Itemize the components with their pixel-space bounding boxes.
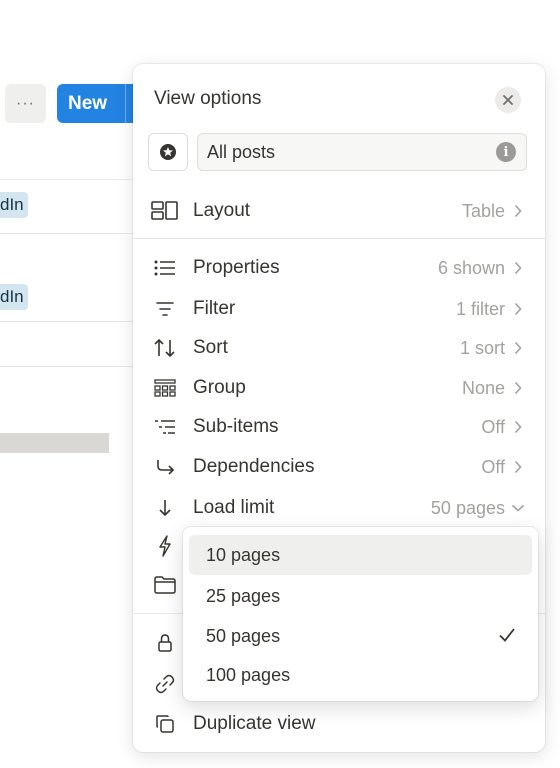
load-limit-label: Load limit <box>193 497 275 518</box>
group-row[interactable]: Group None <box>141 370 537 406</box>
filter-row[interactable]: Filter 1 filter <box>141 291 537 327</box>
checkmark-icon <box>499 628 515 642</box>
lock-icon <box>145 625 185 661</box>
table-row-divider <box>0 366 140 367</box>
sort-row[interactable]: Sort 1 sort <box>141 330 537 366</box>
properties-row[interactable]: Properties 6 shown <box>141 250 537 286</box>
dependencies-value: Off <box>481 456 505 477</box>
layout-row[interactable]: Layout Table <box>141 193 537 229</box>
option-label: 50 pages <box>206 625 281 646</box>
sub-items-row[interactable]: Sub-items Off <box>141 409 537 445</box>
filter-value: 1 filter <box>455 298 505 319</box>
sub-items-icon <box>145 409 185 445</box>
panel-title: View options <box>154 88 262 109</box>
table-row-divider <box>0 233 140 234</box>
view-name-input[interactable] <box>197 133 527 171</box>
arrow-down-icon <box>145 490 185 526</box>
sort-icon <box>145 330 185 366</box>
group-value: None <box>461 377 505 398</box>
chevron-right-icon <box>511 302 525 316</box>
table-scrollbar[interactable] <box>0 433 109 453</box>
filter-icon <box>145 291 185 327</box>
more-label: ··· <box>16 94 35 112</box>
layout-label: Layout <box>193 200 251 221</box>
layout-value: Table <box>461 200 505 221</box>
folder-icon <box>145 567 185 603</box>
load-limit-row[interactable]: Load limit 50 pages <box>141 490 537 526</box>
load-limit-value: 50 pages <box>430 497 505 518</box>
tag: dIn <box>0 192 28 218</box>
more-options-button[interactable]: ··· <box>5 84 46 123</box>
lightning-icon <box>145 528 185 564</box>
duplicate-view-row[interactable]: Duplicate view <box>141 706 537 742</box>
sub-items-value: Off <box>481 416 505 437</box>
sort-value: 1 sort <box>459 337 505 358</box>
view-icon <box>160 144 176 160</box>
link-icon <box>145 666 185 702</box>
group-icon <box>145 370 185 406</box>
load-limit-dropdown: 10 pages 25 pages 50 pages 100 pages <box>183 527 538 701</box>
new-button-label: New <box>68 92 108 114</box>
table-row-divider <box>0 321 140 322</box>
dependencies-label: Dependencies <box>193 456 315 477</box>
filter-label: Filter <box>193 298 236 319</box>
dependencies-icon <box>145 449 185 485</box>
load-limit-option-selected[interactable]: 50 pages <box>189 616 532 656</box>
sort-label: Sort <box>193 337 228 358</box>
option-label: 100 pages <box>206 664 291 685</box>
option-label: 25 pages <box>206 585 281 606</box>
chevron-right-icon <box>511 381 525 395</box>
dependencies-row[interactable]: Dependencies Off <box>141 449 537 485</box>
load-limit-option[interactable]: 10 pages <box>189 535 532 575</box>
chevron-right-icon <box>511 204 525 218</box>
sub-items-label: Sub-items <box>193 416 279 437</box>
copy-icon <box>145 706 185 742</box>
section-divider <box>133 238 545 239</box>
close-button[interactable] <box>495 87 521 113</box>
table-row-divider <box>0 179 140 180</box>
chevron-right-icon <box>511 420 525 434</box>
properties-icon <box>145 250 185 286</box>
load-limit-option[interactable]: 25 pages <box>189 576 532 616</box>
tag: dIn <box>0 284 28 310</box>
chevron-right-icon <box>511 341 525 355</box>
load-limit-option[interactable]: 100 pages <box>189 655 532 695</box>
screen: ··· New dIn dIn View options i <box>0 0 560 768</box>
group-label: Group <box>193 377 246 398</box>
info-icon[interactable]: i <box>496 142 516 162</box>
properties-label: Properties <box>193 257 280 278</box>
layout-icon <box>145 193 185 229</box>
close-icon <box>503 95 513 105</box>
chevron-down-icon <box>511 504 525 512</box>
option-label: 10 pages <box>206 544 281 565</box>
chevron-right-icon <box>511 261 525 275</box>
duplicate-view-label: Duplicate view <box>193 713 316 734</box>
properties-value: 6 shown <box>437 257 505 278</box>
chevron-right-icon <box>511 460 525 474</box>
view-icon-picker[interactable] <box>148 133 188 171</box>
